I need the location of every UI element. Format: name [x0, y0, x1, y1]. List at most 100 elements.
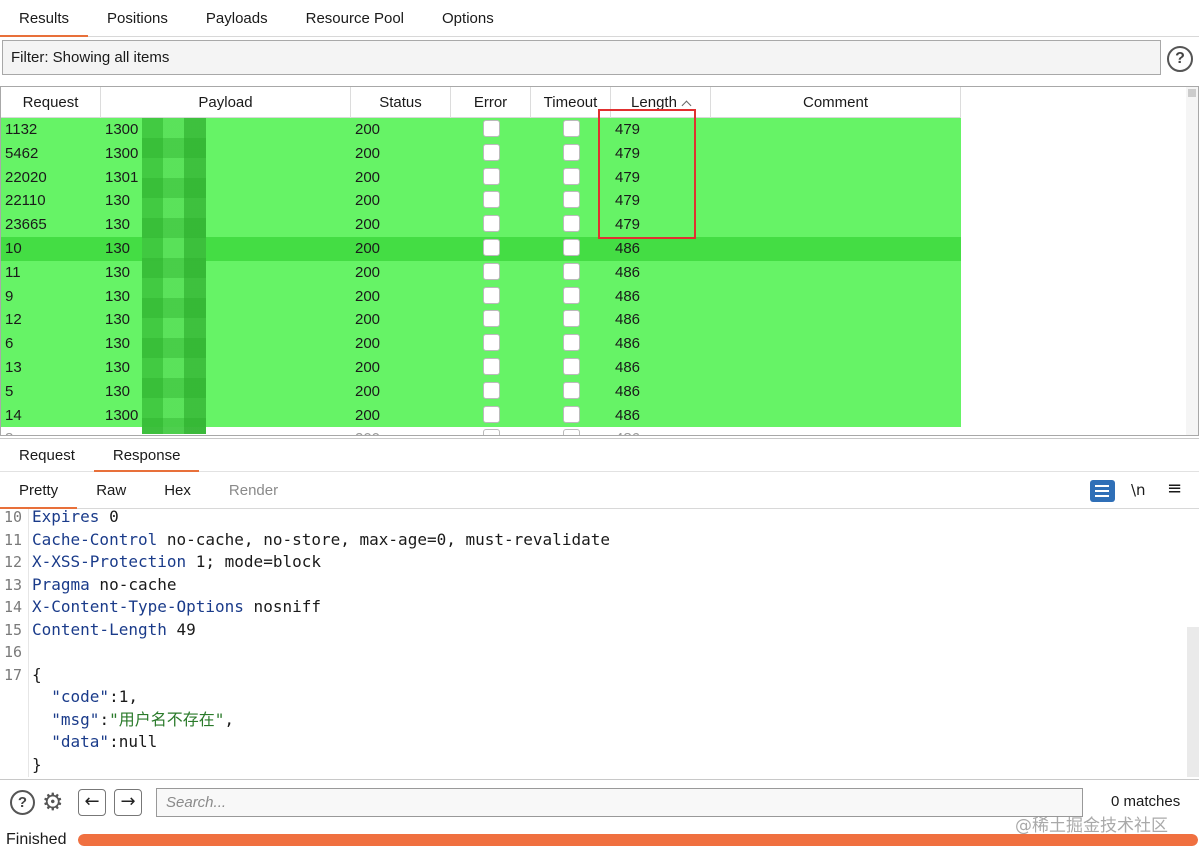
timeout-checkbox[interactable] [531, 261, 611, 285]
table-scrollbar[interactable] [1186, 87, 1198, 435]
line-number: 13 [4, 575, 23, 594]
length-cell: 479 [615, 121, 641, 138]
error-checkbox[interactable] [451, 261, 531, 285]
code-text: X-Content-Type-Options nosniff [32, 596, 321, 619]
filter-bar[interactable]: Filter: Showing all items [2, 40, 1161, 75]
timeout-checkbox[interactable] [531, 404, 611, 428]
error-checkbox[interactable] [451, 237, 531, 261]
request-cell: 12 [5, 311, 22, 329]
tab-options[interactable]: Options [423, 0, 513, 36]
length-cell: 486 [611, 427, 711, 435]
column-header-request[interactable]: Request [1, 87, 101, 118]
code-text: Pragma no-cache [32, 574, 177, 597]
request-cell: 13 [5, 358, 22, 376]
error-checkbox[interactable] [451, 213, 531, 237]
column-header-error[interactable]: Error [451, 87, 531, 118]
timeout-checkbox[interactable] [531, 189, 611, 213]
code-value: no-cache [89, 574, 177, 594]
view-mode-tabs: Pretty Raw Hex Render [0, 473, 1199, 509]
table-row[interactable]: 10 130 200 486 [1, 236, 961, 261]
menu-icon[interactable]: ≡ [1167, 478, 1182, 499]
error-checkbox[interactable] [451, 308, 531, 332]
table-row[interactable]: 5 130 200 486 [1, 379, 961, 404]
status-cell: 200 [355, 192, 381, 210]
table-row[interactable]: 14 1300 200 486 [1, 403, 961, 428]
timeout-checkbox[interactable] [531, 308, 611, 332]
timeout-checkbox[interactable] [531, 427, 611, 435]
status-cell: 200 [355, 216, 381, 234]
line-number: 12 [4, 553, 23, 571]
status-cell: 200 [355, 358, 381, 376]
help-icon[interactable]: ? [10, 790, 35, 815]
timeout-checkbox[interactable] [531, 118, 611, 142]
timeout-checkbox[interactable] [531, 356, 611, 380]
table-row[interactable]: 12 130 200 486 [1, 308, 961, 333]
error-checkbox[interactable] [451, 404, 531, 428]
table-row[interactable]: 5462 1300 200 479 [1, 141, 961, 166]
tab-resource-pool[interactable]: Resource Pool [287, 0, 423, 36]
text-wrap-icon[interactable] [1090, 480, 1115, 502]
payload-cell [101, 427, 351, 435]
code-value: 1; mode=block [186, 552, 321, 571]
timeout-checkbox[interactable] [531, 166, 611, 190]
payload-cell: 1301 [105, 168, 139, 186]
error-checkbox[interactable] [451, 189, 531, 213]
table-row[interactable]: 6 130 200 486 [1, 332, 961, 356]
tab-raw[interactable]: Raw [77, 473, 145, 508]
comment-cell [711, 237, 961, 261]
timeout-checkbox[interactable] [531, 380, 611, 404]
line-number: 11 [4, 530, 23, 549]
error-checkbox[interactable] [451, 427, 531, 435]
error-checkbox[interactable] [451, 142, 531, 166]
column-header-payload[interactable]: Payload [101, 87, 351, 118]
timeout-checkbox[interactable] [531, 213, 611, 237]
error-checkbox[interactable] [451, 166, 531, 190]
table-row[interactable]: 9 130 200 486 [1, 284, 961, 309]
table-row[interactable]: 1132 1300 200 479 [1, 118, 961, 142]
checkbox [482, 191, 500, 209]
code-scrollbar[interactable] [1187, 627, 1199, 777]
error-checkbox[interactable] [451, 356, 531, 380]
previous-match-button[interactable]: ← [78, 789, 106, 816]
checkbox [562, 405, 580, 423]
error-checkbox[interactable] [451, 332, 531, 356]
column-header-comment[interactable]: Comment [711, 87, 961, 118]
tab-positions[interactable]: Positions [88, 0, 187, 36]
tab-pretty[interactable]: Pretty [0, 473, 78, 509]
tab-results[interactable]: Results [0, 0, 89, 37]
newline-toggle-icon[interactable]: \n [1131, 481, 1146, 499]
error-checkbox[interactable] [451, 380, 531, 404]
table-row[interactable]: 13 130 200 486 [1, 355, 961, 380]
table-row[interactable]: 22020 1301 200 479 [1, 165, 961, 190]
comment-cell [711, 404, 961, 428]
request-cell: 10 [5, 239, 22, 257]
watermark: @稀土掘金技术社区 [1015, 816, 1168, 836]
table-row[interactable]: 8 200 486 [1, 427, 961, 435]
tab-hex[interactable]: Hex [145, 473, 210, 508]
timeout-checkbox[interactable] [531, 142, 611, 166]
error-checkbox[interactable] [451, 285, 531, 309]
column-header-label: Error [473, 94, 508, 111]
line-number: 14 [4, 598, 23, 616]
timeout-checkbox[interactable] [531, 285, 611, 309]
tab-response[interactable]: Response [93, 439, 200, 472]
column-header-length[interactable]: Length [611, 87, 711, 118]
tab-payloads[interactable]: Payloads [187, 0, 287, 36]
table-row[interactable]: 11 130 200 486 [1, 260, 961, 285]
search-input[interactable] [156, 788, 1083, 817]
response-body-viewer[interactable]: 10 Expires 0 11 Cache-Control no-cache, no-… [0, 509, 1199, 777]
error-checkbox[interactable] [451, 118, 531, 142]
table-row[interactable]: 23665 130 200 479 [1, 213, 961, 237]
length-cell: 486 [615, 335, 641, 353]
checkbox [482, 381, 500, 399]
timeout-checkbox[interactable] [531, 237, 611, 261]
payload-cell: 1300 [105, 121, 139, 138]
timeout-checkbox[interactable] [531, 332, 611, 356]
column-header-timeout[interactable]: Timeout [531, 87, 611, 118]
gear-icon[interactable]: ⚙ [42, 788, 64, 816]
next-match-button[interactable]: → [114, 789, 142, 816]
table-row[interactable]: 22110 130 200 479 [1, 189, 961, 214]
tab-request[interactable]: Request [0, 439, 94, 471]
column-header-status[interactable]: Status [351, 87, 451, 118]
question-circle-icon[interactable]: ? [1167, 46, 1193, 72]
